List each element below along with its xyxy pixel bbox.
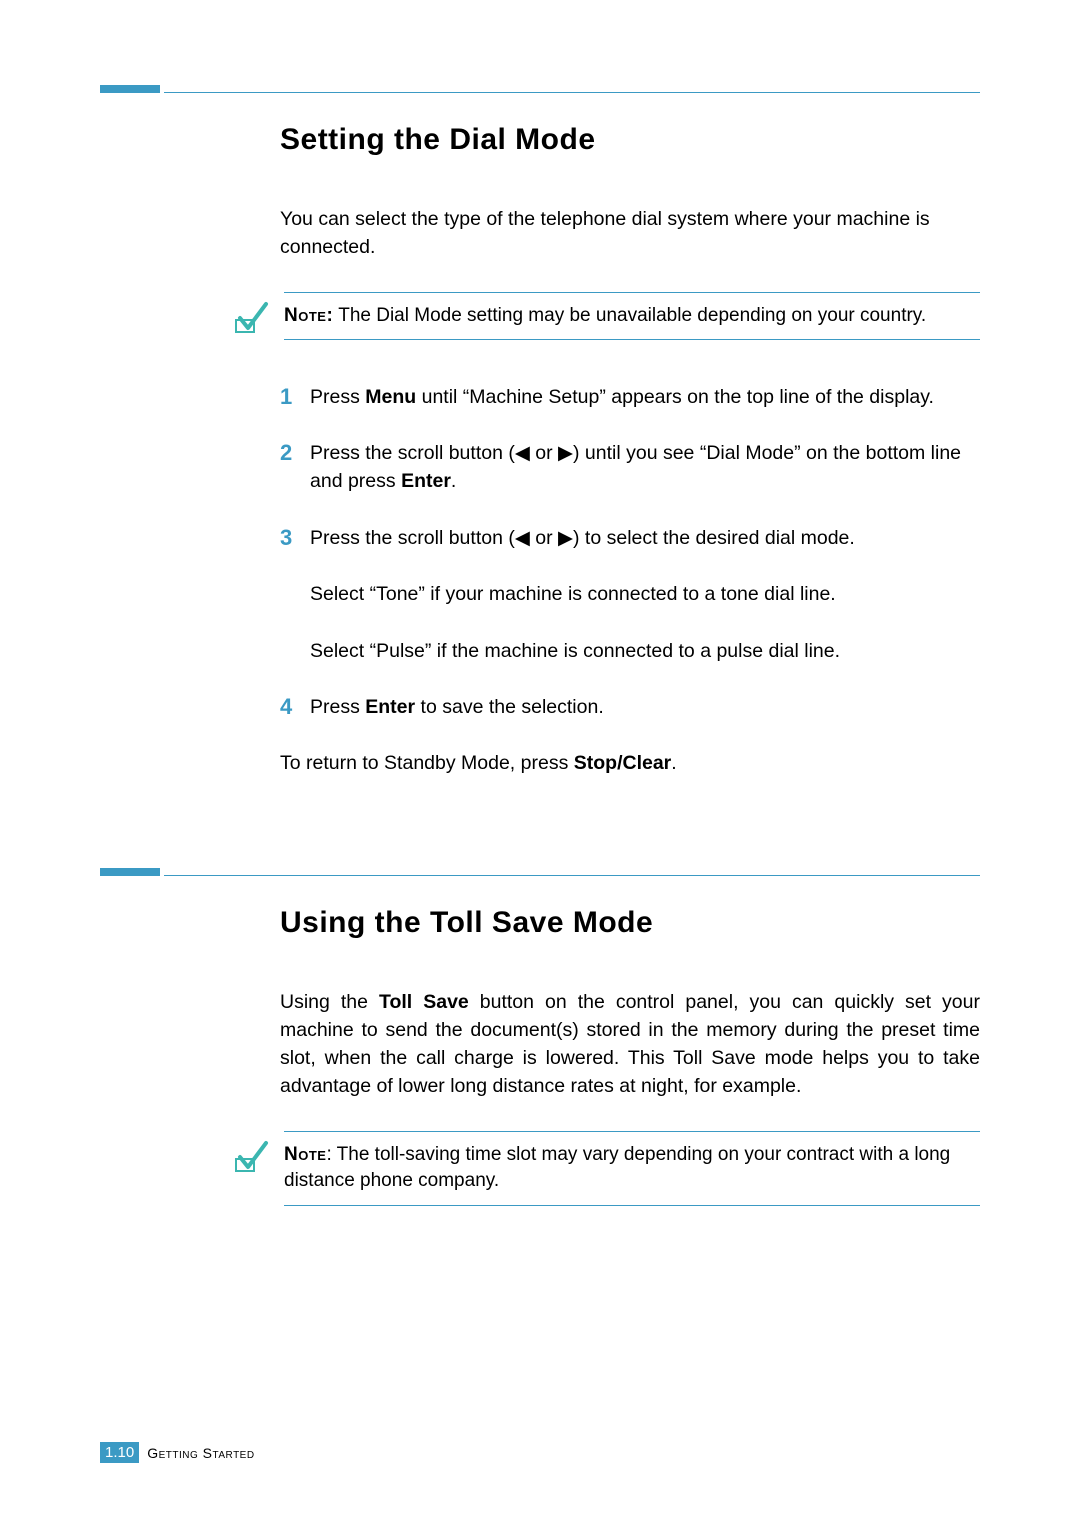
section-dial-mode: Setting the Dial Mode You can select the… [100,85,980,778]
step-3-sub2: Select “Pulse” if the machine is connect… [310,637,980,665]
note-content: Note: The toll-saving time slot may vary… [284,1131,980,1206]
checkmark-icon [230,298,270,343]
heading-dial-mode: Setting the Dial Mode [280,123,980,157]
step-1: 1 Press Menu until “Machine Setup” appea… [280,383,980,412]
step-text: Press the scroll button (◀ or ▶) to sele… [310,524,980,552]
step-number: 1 [280,383,310,412]
text-bold: Stop/Clear [574,752,672,774]
intro-text-toll: Using the Toll Save button on the contro… [280,988,980,1101]
heading-rule [100,868,980,876]
text-bold: Enter [365,696,415,718]
rule-thick [100,85,160,93]
step-text: Press Menu until “Machine Setup” appears… [310,383,980,411]
text-fragment: until “Machine Setup” appears on the top… [416,386,934,408]
return-text: To return to Standby Mode, press Stop/Cl… [280,749,980,777]
text-fragment: To return to Standby Mode, press [280,752,574,774]
document-page: Setting the Dial Mode You can select the… [0,0,1080,1356]
text-bold: Menu [365,386,416,408]
step-4: 4 Press Enter to save the selection. [280,693,980,722]
step-2: 2 Press the scroll button (◀ or ▶) until… [280,439,980,496]
step-list-2: 4 Press Enter to save the selection. [280,693,980,722]
page-number-badge: 1.10 [100,1442,139,1463]
note-box-toll: Note: The toll-saving time slot may vary… [230,1131,980,1206]
note-text: : The toll-saving time slot may vary dep… [284,1144,950,1192]
rule-thin [164,92,980,93]
step-3: 3 Press the scroll button (◀ or ▶) to se… [280,524,980,553]
page-footer: 1.10 Getting Started [100,1442,255,1463]
rule-thin [164,875,980,876]
section-toll-save: Using the Toll Save Mode Using the Toll … [100,868,980,1206]
text-fragment: Press [310,696,365,718]
step-number: 2 [280,439,310,468]
rule-thick [100,868,160,876]
step-list: 1 Press Menu until “Machine Setup” appea… [280,383,980,553]
step-number: 4 [280,693,310,722]
step-text: Press the scroll button (◀ or ▶) until y… [310,439,980,496]
text-bold: Toll Save [379,991,469,1013]
text-fragment: . [451,470,456,492]
note-content: Note: The Dial Mode setting may be unava… [284,292,980,341]
page-number: 1.10 [105,1444,134,1461]
heading-toll-save: Using the Toll Save Mode [280,906,980,940]
note-label: Note: [284,305,333,326]
step-number: 3 [280,524,310,553]
text-fragment: Using the [280,991,379,1013]
note-text: The Dial Mode setting may be unavailable… [333,305,926,326]
text-fragment: . [671,752,676,774]
note-box-dial: Note: The Dial Mode setting may be unava… [230,292,980,343]
note-label: Note [284,1144,326,1165]
footer-label: Getting Started [147,1445,254,1461]
text-fragment: Press [310,386,365,408]
intro-text: You can select the type of the telephone… [280,205,980,262]
step-3-sub1: Select “Tone” if your machine is connect… [310,580,980,608]
text-fragment: to save the selection. [415,696,604,718]
checkmark-icon [230,1137,270,1182]
step-text: Press Enter to save the selection. [310,693,980,721]
text-bold: Enter [401,470,451,492]
heading-rule [100,85,980,93]
